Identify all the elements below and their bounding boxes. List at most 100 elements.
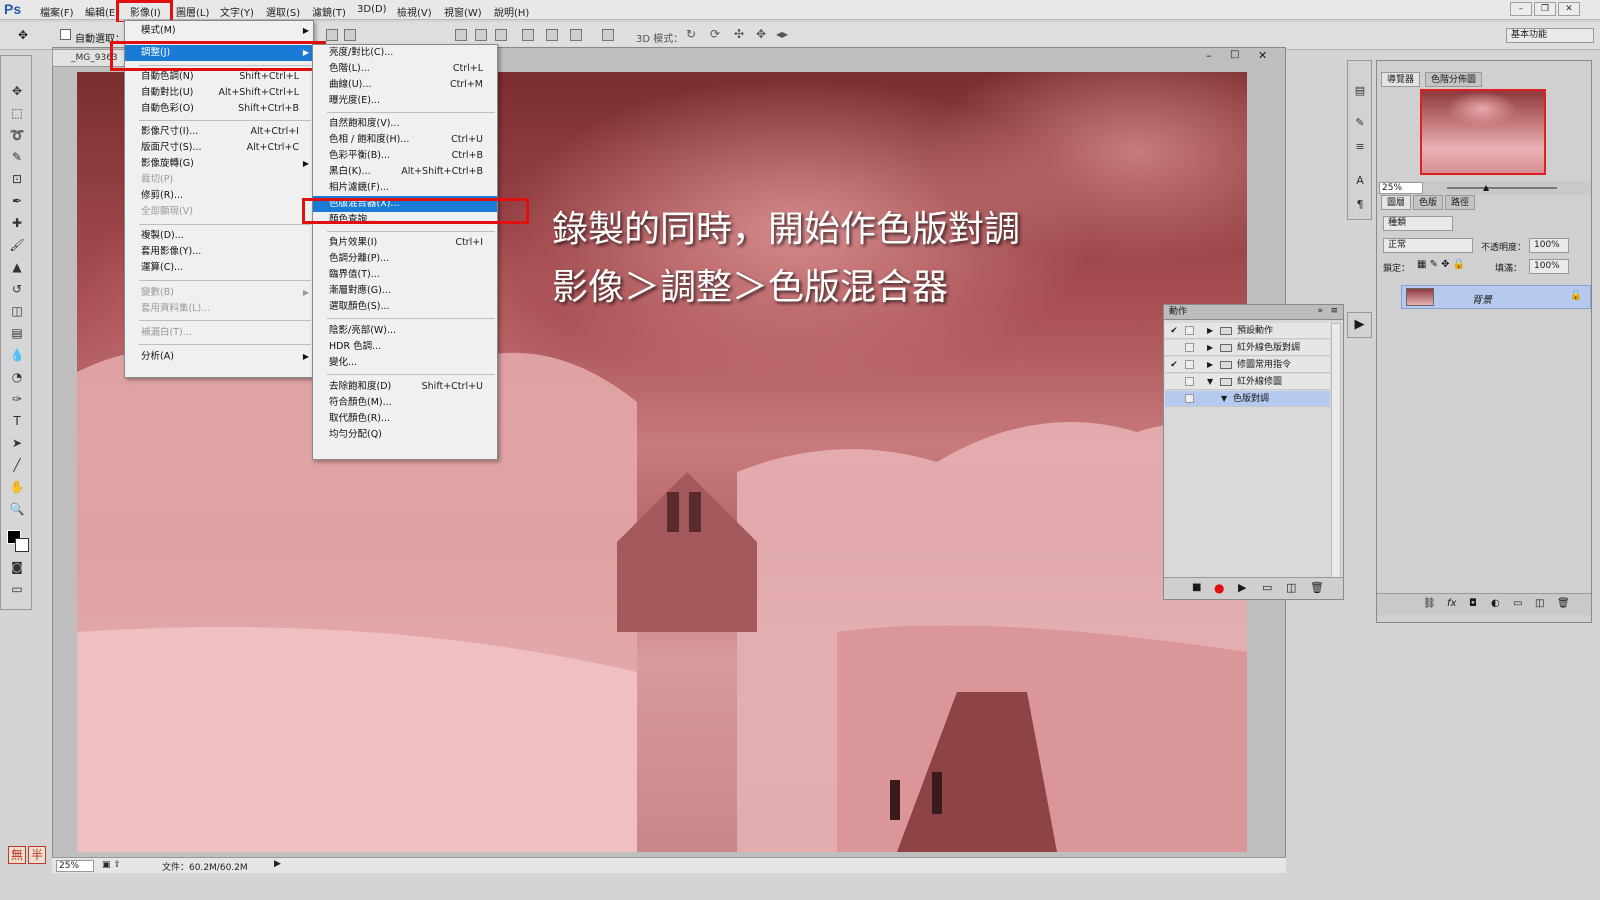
menu-view[interactable]: 檢視(V): [397, 4, 432, 19]
menu-item-mode[interactable]: 模式(M) ▶: [125, 23, 313, 39]
screen-mode-icon[interactable]: ▭: [7, 580, 27, 598]
menu-item-trim[interactable]: 修剪(R)...: [125, 188, 313, 204]
menu-filter[interactable]: 濾鏡(T): [312, 4, 346, 19]
new-set-icon[interactable]: ▭: [1262, 581, 1272, 594]
submenu-hdr-toning[interactable]: HDR 色調...: [313, 339, 497, 355]
tab-paths[interactable]: 路徑: [1445, 195, 1476, 210]
ime-half-icon[interactable]: 半: [28, 846, 46, 864]
properties-panel-icon[interactable]: ≡: [1352, 139, 1368, 155]
link-layers-icon[interactable]: ⛓: [1423, 598, 1436, 609]
ime-full-icon[interactable]: 無: [8, 846, 26, 864]
tab-channels[interactable]: 色版: [1413, 195, 1444, 210]
doc-close-icon[interactable]: ✕: [1258, 49, 1267, 62]
submenu-threshold[interactable]: 臨界值(T)...: [313, 267, 497, 283]
submenu-variations[interactable]: 變化...: [313, 355, 497, 371]
doc-minimize-icon[interactable]: –: [1206, 49, 1212, 62]
distribute-bottom-icon[interactable]: [495, 29, 507, 41]
menu-item-image-size[interactable]: 影像尺寸(I)... Alt+Ctrl+I: [125, 124, 313, 140]
blur-tool-icon[interactable]: 💧: [7, 346, 27, 364]
layer-kind-filter[interactable]: 種類: [1383, 216, 1453, 231]
doc-restore-icon[interactable]: □: [1230, 49, 1239, 60]
submenu-color-balance[interactable]: 色彩平衡(B)... Ctrl+B: [313, 148, 497, 164]
background-color-swatch[interactable]: [15, 538, 29, 552]
menu-item-analysis[interactable]: 分析(A) ▶: [125, 349, 313, 365]
submenu-posterize[interactable]: 色調分離(P)...: [313, 251, 497, 267]
menu-layer[interactable]: 圖層(L): [176, 4, 209, 19]
menu-edit[interactable]: 編輯(E): [85, 4, 119, 19]
type-tool-icon[interactable]: T: [7, 412, 27, 430]
3d-scale-icon[interactable]: ◂▸: [776, 27, 788, 41]
zoom-tool-icon[interactable]: 🔍: [7, 500, 27, 518]
navigator-zoom-slider[interactable]: [1447, 187, 1557, 189]
hand-tool-icon[interactable]: ✋: [7, 478, 27, 496]
brush-tool-icon[interactable]: 🖌: [7, 236, 27, 254]
gradient-tool-icon[interactable]: ▤: [7, 324, 27, 342]
3d-pan-icon[interactable]: ✣: [734, 27, 744, 41]
play-icon[interactable]: ▶: [1238, 581, 1246, 594]
3d-roll-icon[interactable]: ⟳: [710, 27, 720, 41]
eyedropper-icon[interactable]: ✒: [7, 192, 27, 210]
3d-rotate-icon[interactable]: ↻: [686, 27, 696, 41]
tab-histogram[interactable]: 色階分佈圖: [1425, 72, 1483, 87]
line-tool-icon[interactable]: ╱: [7, 456, 27, 474]
submenu-curves[interactable]: 曲線(U)... Ctrl+M: [313, 77, 497, 93]
submenu-shadows-highlights[interactable]: 陰影/亮部(W)...: [313, 323, 497, 339]
fill-field[interactable]: 100%: [1529, 259, 1569, 274]
menu-select[interactable]: 選取(S): [266, 4, 300, 19]
distribute-hcenter-icon[interactable]: [546, 29, 558, 41]
slider-thumb-icon[interactable]: ▲: [1483, 183, 1489, 192]
submenu-hue-saturation[interactable]: 色相 / 飽和度(H)... Ctrl+U: [313, 132, 497, 148]
distribute-vcenter-icon[interactable]: [475, 29, 487, 41]
lasso-tool-icon[interactable]: ➰: [7, 126, 27, 144]
menu-window[interactable]: 視窗(W): [444, 4, 482, 19]
healing-brush-icon[interactable]: ✚: [7, 214, 27, 232]
submenu-levels[interactable]: 色階(L)... Ctrl+L: [313, 61, 497, 77]
submenu-equalize[interactable]: 均勻分配(Q): [313, 427, 497, 443]
actions-scrollbar[interactable]: [1331, 323, 1341, 578]
menu-item-calculations[interactable]: 運算(C)...: [125, 260, 313, 276]
trash-icon[interactable]: 🗑: [1310, 581, 1324, 594]
action-set-row[interactable]: ✔ ▶ 修圖常用指令: [1165, 357, 1330, 373]
distribute-top-icon[interactable]: [455, 29, 467, 41]
menu-help[interactable]: 說明(H): [494, 4, 529, 19]
quick-mask-icon[interactable]: ◙: [7, 558, 27, 576]
3d-slide-icon[interactable]: ✥: [756, 27, 766, 41]
menu-item-auto-tone[interactable]: 自動色調(N) Shift+Ctrl+L: [125, 69, 313, 85]
close-icon[interactable]: ✕: [1558, 2, 1580, 16]
submenu-invert[interactable]: 負片效果(I) Ctrl+I: [313, 235, 497, 251]
stop-icon[interactable]: ■: [1192, 582, 1201, 593]
restore-icon[interactable]: ❐: [1534, 2, 1556, 16]
submenu-desaturate[interactable]: 去除飽和度(D) Shift+Ctrl+U: [313, 379, 497, 395]
new-action-icon[interactable]: ◫: [1286, 581, 1296, 594]
crop-tool-icon[interactable]: ⊡: [7, 170, 27, 188]
dodge-tool-icon[interactable]: ◔: [7, 368, 27, 386]
adjustment-layer-icon[interactable]: ◐: [1491, 598, 1500, 609]
action-set-row[interactable]: ✔ ▶ 預設動作: [1165, 323, 1330, 339]
status-menu-arrow-icon[interactable]: ▶: [274, 859, 281, 869]
pen-tool-icon[interactable]: ✑: [7, 390, 27, 408]
marquee-tool-icon[interactable]: ⬚: [7, 104, 27, 122]
new-group-icon[interactable]: ▭: [1513, 598, 1522, 609]
submenu-replace-color[interactable]: 取代顏色(R)...: [313, 411, 497, 427]
move-tool-icon[interactable]: ✥: [18, 28, 28, 42]
navigator-thumbnail[interactable]: [1420, 89, 1546, 175]
submenu-vibrance[interactable]: 自然飽和度(V)...: [313, 116, 497, 132]
submenu-brightness-contrast[interactable]: 亮度/對比(C)...: [313, 45, 497, 61]
add-mask-icon[interactable]: ◘: [1469, 598, 1477, 609]
tab-navigator[interactable]: 導覽器: [1381, 72, 1421, 87]
distribute-left-icon[interactable]: [522, 29, 534, 41]
record-icon[interactable]: ●: [1214, 581, 1224, 595]
submenu-match-color[interactable]: 符合顏色(M)...: [313, 395, 497, 411]
action-row-selected[interactable]: ▼ 色版對調: [1165, 391, 1330, 407]
submenu-exposure[interactable]: 曝光度(E)...: [313, 93, 497, 109]
action-set-row[interactable]: ▶ 紅外線色版對調: [1165, 340, 1330, 356]
opacity-field[interactable]: 100%: [1529, 238, 1569, 253]
minimize-icon[interactable]: –: [1510, 2, 1532, 16]
workspace-dropdown[interactable]: 基本功能: [1506, 28, 1594, 43]
submenu-photo-filter[interactable]: 相片濾鏡(F)...: [313, 180, 497, 196]
panel-collapse-icon[interactable]: »: [1317, 306, 1323, 316]
submenu-selective-color[interactable]: 選取顏色(S)...: [313, 299, 497, 315]
actions-panel-icon[interactable]: ▶: [1347, 312, 1372, 338]
lock-icons[interactable]: ▦ ✎ ✥ 🔒: [1417, 259, 1465, 270]
menu-item-auto-contrast[interactable]: 自動對比(U) Alt+Shift+Ctrl+L: [125, 85, 313, 101]
